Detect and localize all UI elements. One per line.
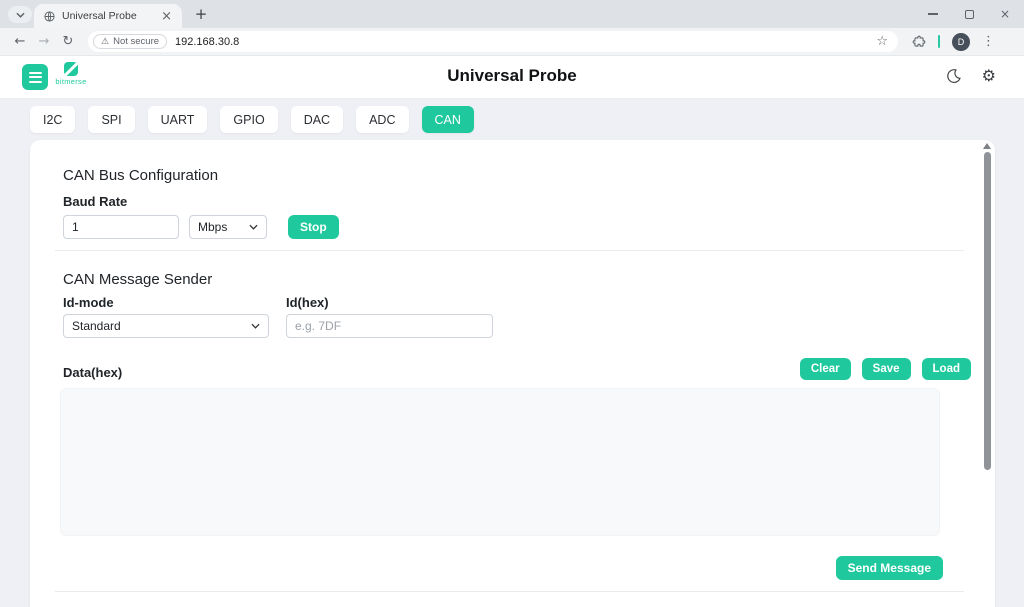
app-header: bitmerse Universal Probe ⚙ — [0, 56, 1024, 99]
forward-button[interactable]: → — [32, 34, 56, 49]
warning-icon: ⚠ — [101, 37, 109, 47]
send-row: Send Message — [30, 556, 943, 580]
chevron-down-icon — [251, 323, 260, 329]
tab-uart[interactable]: UART — [148, 106, 208, 133]
toolbar-right: D ⋮ — [912, 33, 995, 51]
side-panel-indicator — [938, 35, 940, 48]
globe-icon — [44, 11, 55, 22]
dark-mode-toggle[interactable] — [946, 68, 962, 84]
clear-button[interactable]: Clear — [800, 358, 851, 380]
baud-unit-value: Mbps — [198, 220, 227, 234]
id-hex-label: Id(hex) — [286, 295, 493, 310]
data-hex-label: Data(hex) — [63, 365, 122, 380]
window-minimize-button[interactable] — [926, 7, 940, 21]
extensions-button[interactable] — [912, 35, 926, 49]
load-button[interactable]: Load — [922, 358, 971, 380]
data-hex-textarea[interactable] — [60, 388, 940, 536]
id-mode-group: Id-mode Standard — [63, 295, 269, 338]
chevron-down-icon — [249, 224, 258, 230]
maximize-icon — [965, 10, 974, 19]
window-close-button[interactable]: × — [998, 7, 1012, 21]
page-title: Universal Probe — [0, 66, 1024, 86]
chevron-down-icon — [16, 12, 25, 18]
tab-adc[interactable]: ADC — [356, 106, 408, 133]
moon-icon — [946, 68, 962, 84]
url-text: 192.168.30.8 — [175, 36, 239, 48]
new-tab-button[interactable]: + — [190, 3, 212, 25]
baud-rate-row: Mbps Stop — [63, 215, 962, 239]
can-config-title: CAN Bus Configuration — [30, 140, 995, 184]
tab-dac[interactable]: DAC — [291, 106, 343, 133]
baud-rate-input[interactable] — [63, 215, 179, 239]
baud-unit-select[interactable]: Mbps — [189, 215, 267, 239]
browser-tab[interactable]: Universal Probe × — [34, 4, 182, 28]
puzzle-icon — [912, 35, 926, 49]
save-button[interactable]: Save — [862, 358, 911, 380]
id-hex-group: Id(hex) — [286, 295, 493, 338]
tab-search-button[interactable] — [8, 6, 32, 23]
profile-avatar[interactable]: D — [952, 33, 970, 51]
scrollbar-thumb[interactable] — [984, 152, 991, 470]
security-label: Not secure — [113, 36, 159, 47]
browser-menu-button[interactable]: ⋮ — [982, 34, 995, 49]
stop-button[interactable]: Stop — [288, 215, 339, 239]
send-message-button[interactable]: Send Message — [836, 556, 943, 580]
baud-rate-label: Baud Rate — [63, 194, 962, 209]
protocol-tab-bar: I2C SPI UART GPIO DAC ADC CAN — [0, 99, 1024, 140]
reload-button[interactable]: ↻ — [56, 34, 80, 49]
browser-tab-title: Universal Probe — [62, 10, 159, 22]
id-mode-value: Standard — [72, 319, 121, 333]
id-hex-input[interactable] — [286, 314, 493, 338]
can-panel: CAN Bus Configuration Baud Rate Mbps Sto… — [30, 140, 995, 607]
header-actions: ⚙ — [946, 66, 996, 85]
id-mode-select[interactable]: Standard — [63, 314, 269, 338]
tab-i2c[interactable]: I2C — [30, 106, 75, 133]
minimize-icon — [928, 13, 938, 15]
data-action-buttons: Clear Save Load — [800, 358, 971, 380]
browser-toolbar: ← → ↻ ⚠ Not secure 192.168.30.8 ☆ D ⋮ — [0, 28, 1024, 56]
tab-gpio[interactable]: GPIO — [220, 106, 277, 133]
settings-button[interactable]: ⚙ — [982, 66, 996, 85]
bookmark-star-icon[interactable]: ☆ — [876, 34, 888, 49]
message-sender-title: CAN Message Sender — [30, 251, 995, 288]
id-mode-label: Id-mode — [63, 295, 269, 310]
bottom-divider — [55, 591, 964, 592]
id-fields-row: Id-mode Standard Id(hex) — [63, 295, 962, 338]
panel-scrollbar — [983, 140, 991, 607]
window-maximize-button[interactable] — [962, 7, 976, 21]
browser-tab-strip: Universal Probe × + × — [0, 0, 1024, 28]
address-bar[interactable]: ⚠ Not secure 192.168.30.8 ☆ — [88, 31, 898, 52]
tab-can[interactable]: CAN — [422, 106, 474, 133]
security-chip[interactable]: ⚠ Not secure — [93, 34, 167, 49]
tab-close-icon[interactable]: × — [159, 9, 174, 24]
scroll-up-arrow[interactable] — [983, 143, 991, 149]
window-controls: × — [926, 0, 1018, 28]
back-button[interactable]: ← — [8, 34, 32, 49]
data-hex-row: Data(hex) Clear Save Load — [63, 358, 971, 380]
tab-spi[interactable]: SPI — [88, 106, 134, 133]
